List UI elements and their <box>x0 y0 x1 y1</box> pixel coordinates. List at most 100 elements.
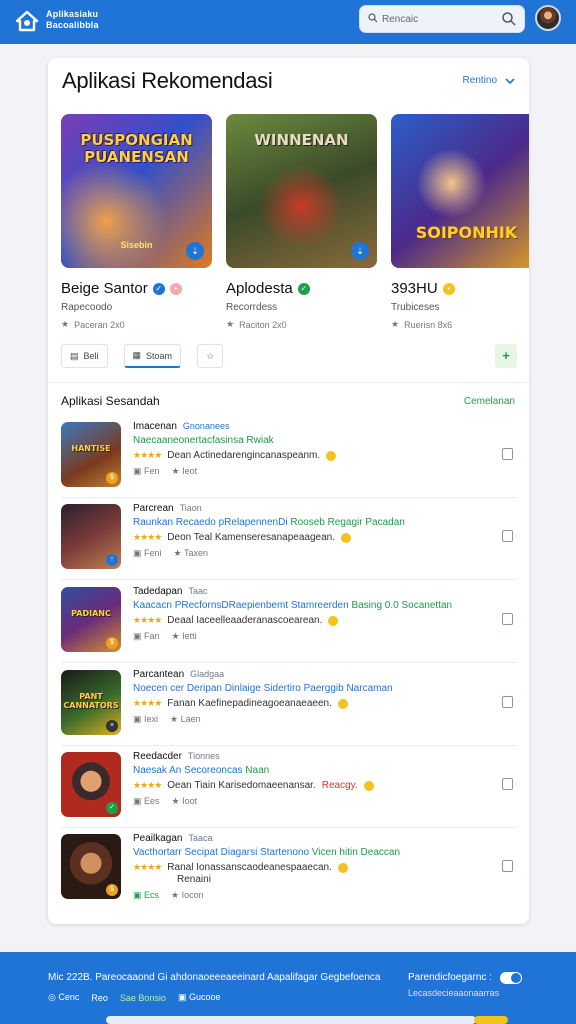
app-thumbnail[interactable]: PANT CANNATORS × <box>61 670 121 735</box>
bag-icon[interactable] <box>502 530 513 542</box>
item-subtitle: Taaca <box>188 833 213 843</box>
item-line3: Ranal Ionassanscaodeanespaaecan. <box>167 862 332 873</box>
featured-card[interactable]: SOIPONHIK 393HU • Trubiceses ★ Ruerisn 8x… <box>391 114 529 330</box>
footer-link[interactable]: ▣ Gucooe <box>178 992 221 1003</box>
calendar-icon: ▣ Feni <box>133 548 162 558</box>
see-all-link[interactable]: Cemelanan <box>464 396 515 407</box>
item-description: Raunkan Recaedo pRelapennenDi <box>133 517 291 528</box>
download-badge-icon[interactable]: ⇣ <box>186 242 204 260</box>
app-thumbnail[interactable]: ↑ <box>61 504 121 569</box>
bag-icon[interactable] <box>502 778 513 790</box>
item-subtitle: Tionnes <box>187 751 220 761</box>
item-description: Noecen cer Deripan Dinlaige Sidertiro Pa… <box>133 683 347 694</box>
item-meta2: Ietti <box>182 631 197 641</box>
search-input[interactable]: Rencaic <box>359 5 525 33</box>
item-meta2: Taxen <box>183 548 208 558</box>
bag-icon[interactable] <box>502 613 513 625</box>
footer-link[interactable]: Reo <box>91 993 108 1003</box>
list-item[interactable]: PANT CANNATORS × Parcantean Gladgaa Noece… <box>61 666 517 746</box>
featured-developer: Trubiceses <box>391 302 440 313</box>
item-meta1: Ecs <box>144 890 160 900</box>
add-button[interactable]: + <box>495 344 517 368</box>
featured-card[interactable]: WINNENAN ⇣ Aplodesta ✓ Recorrdess ★ Racit… <box>226 114 377 330</box>
art-title: PUSPONGIAN PUANENSAN <box>80 131 193 166</box>
app-thumbnail[interactable]: PADIANC $ <box>61 587 121 652</box>
app-thumbnail[interactable]: $ <box>61 834 121 899</box>
item-warning: Reacgy. <box>321 780 358 791</box>
search-small-icon <box>368 13 378 23</box>
tab-beli[interactable]: ▤ Beli <box>61 344 108 368</box>
list-item[interactable]: PADIANC $ Tadedapan Taac Kaacacn PRecforn… <box>61 583 517 663</box>
search-placeholder: Rencaic <box>382 14 419 25</box>
item-line3: Fanan Kaefinepadineagoeanaeaeen. <box>167 698 332 709</box>
featured-card[interactable]: PUSPONGIAN PUANENSAN Sisebin ⇣ Beige San… <box>61 114 212 330</box>
list-item[interactable]: $ Peailkagan Taaca Vacthortarr Secipat Di… <box>61 830 517 924</box>
brand-line-2: Bacoalibbla <box>46 20 99 30</box>
grid-icon: ▦ <box>132 350 142 360</box>
coin-icon <box>363 780 374 791</box>
footer-link[interactable]: ◎ Cenc <box>48 992 79 1003</box>
footer: Mic 222B. Pareocaaond Gi ahdonaoeeeaeein… <box>0 952 576 1024</box>
rating-stars-icon: ★★★★ <box>133 532 162 542</box>
featured-name: Beige Santor <box>61 280 148 297</box>
star-plus-icon: ☆ <box>206 350 215 361</box>
search-icon[interactable] <box>501 11 517 27</box>
item-description: Naesak An Secoreoncas <box>133 765 246 776</box>
star-icon: ★ Ieot <box>171 466 198 476</box>
footer-toggle[interactable] <box>500 972 522 984</box>
filter-dropdown[interactable]: Rentino <box>463 75 515 86</box>
tab-favorite[interactable]: ☆ <box>197 344 224 368</box>
item-subtitle: Tiaon <box>179 503 202 513</box>
footer-link-label: Cenc <box>58 992 80 1002</box>
coin-icon <box>341 532 352 543</box>
item-subtitle: Gnonanees <box>182 421 230 431</box>
item-title: Peailkagan <box>133 833 183 844</box>
home-logo-icon[interactable] <box>14 8 40 34</box>
featured-game-art[interactable]: WINNENAN ⇣ <box>226 114 377 268</box>
footer-text: Mic 222B. Pareocaaond Gi ahdonaoeeeaeein… <box>48 972 381 983</box>
star-icon: ★ <box>391 319 400 329</box>
art-subtitle: Sisebin <box>120 240 153 250</box>
item-description-green: Basing 0.0 Socanettan <box>351 600 453 611</box>
rating-stars-icon: ★★★★ <box>133 862 162 872</box>
star-icon: ★ Ioot <box>171 796 198 806</box>
item-subtitle: Taac <box>188 586 208 596</box>
item-meta1: Fan <box>144 631 160 641</box>
user-avatar[interactable] <box>535 5 561 31</box>
verified-check-icon: ✓ <box>297 282 310 295</box>
footer-input[interactable] <box>106 1016 476 1024</box>
footer-link[interactable]: Sae Bonsio <box>120 993 166 1003</box>
calendar-icon: ▣ Ees <box>133 796 160 806</box>
bag-icon[interactable] <box>502 448 513 460</box>
item-meta1: Ees <box>144 796 160 806</box>
top-app-bar: Aplikasiaku Bacoalibbla Rencaic <box>0 0 576 44</box>
featured-game-art[interactable]: PUSPONGIAN PUANENSAN Sisebin ⇣ <box>61 114 212 268</box>
download-badge-icon[interactable]: ⇣ <box>351 242 369 260</box>
item-description: Kaacacn PRecfornsDRaepienbemt Stamreerde… <box>133 600 349 611</box>
brand-name[interactable]: Aplikasiaku Bacoalibbla <box>46 9 99 31</box>
featured-meta: Paceran 2x0 <box>74 319 125 330</box>
bag-icon[interactable] <box>502 696 513 708</box>
featured-game-art[interactable]: SOIPONHIK <box>391 114 529 268</box>
list-item[interactable]: ✓ Reedacder Tionnes Naesak An Secoreoncas… <box>61 748 517 828</box>
list-item[interactable]: HANTISE $ Imacenan Gnonanees Naecaaneoner… <box>61 418 517 498</box>
divider <box>48 382 529 383</box>
star-icon: ★ Laen <box>170 714 201 724</box>
item-title: Tadedapan <box>133 586 183 597</box>
coin-icon: • <box>442 282 455 295</box>
tab-stoam[interactable]: ▦ Stoam <box>123 344 182 368</box>
footer-submit-button[interactable] <box>474 1016 508 1024</box>
footer-right-title: Parendicfoegarnc : <box>408 972 492 983</box>
list-item[interactable]: ↑ Parcrean Tiaon Raunkan Recaedo pRelapen… <box>61 500 517 580</box>
featured-name: Aplodesta <box>226 280 293 297</box>
item-line3: Deon Teal Kamenseresanapeaagean. <box>167 532 336 543</box>
close-badge-icon: × <box>106 720 118 732</box>
app-thumbnail[interactable]: ✓ <box>61 752 121 817</box>
item-extra: Renaini <box>177 874 211 885</box>
bag-icon[interactable] <box>502 860 513 872</box>
featured-developer: Rapecoodo <box>61 302 113 313</box>
star-icon: ★ <box>61 319 70 329</box>
tag-icon: • <box>169 282 182 295</box>
app-thumbnail[interactable]: HANTISE $ <box>61 422 121 487</box>
item-meta2: Iocon <box>181 890 204 900</box>
